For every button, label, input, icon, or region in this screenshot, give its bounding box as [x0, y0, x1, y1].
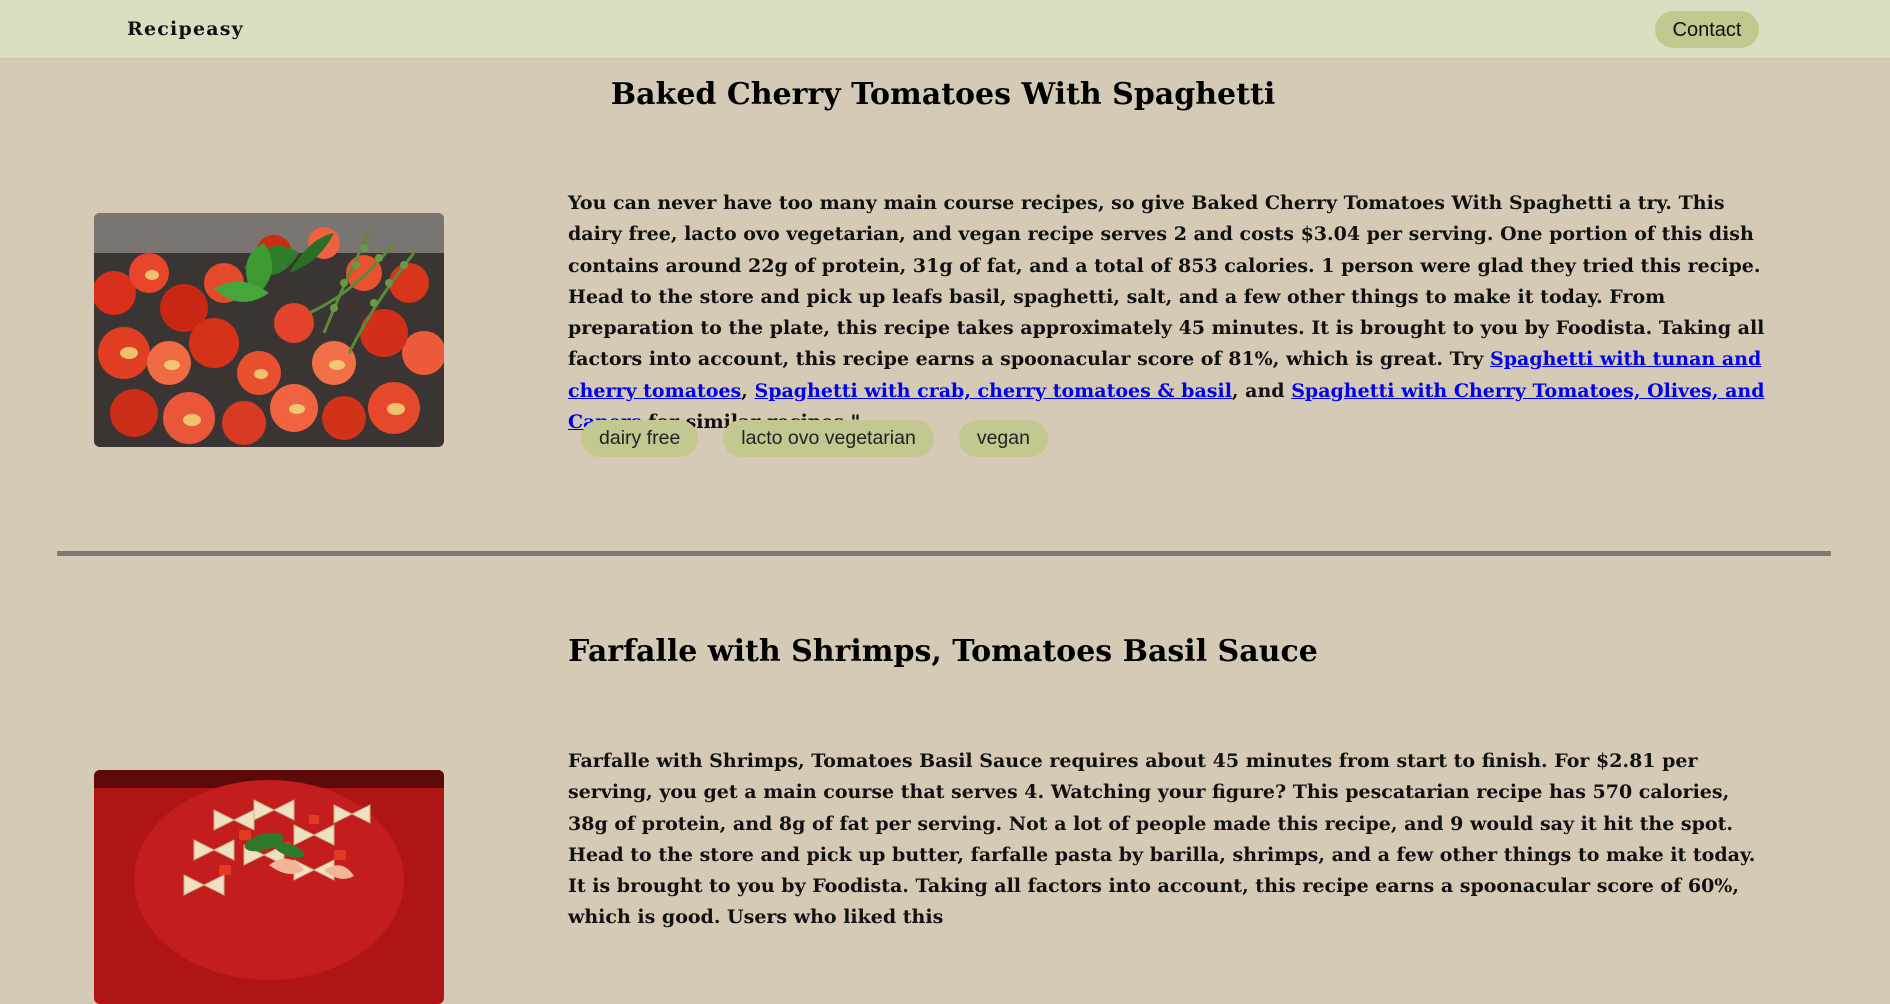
- recipe-image[interactable]: [94, 770, 444, 1004]
- contact-button[interactable]: Contact: [1655, 11, 1759, 48]
- summary-separator: ,: [741, 379, 755, 402]
- diet-tags: dairy free lacto ovo vegetarian vegan: [581, 420, 1048, 457]
- recipe-title[interactable]: Farfalle with Shrimps, Tomatoes Basil Sa…: [0, 634, 1886, 669]
- recipe-divider: [57, 551, 1831, 556]
- recipe-image[interactable]: [94, 213, 444, 447]
- summary-text: You can never have too many main course …: [568, 192, 1765, 371]
- tag-dairy-free[interactable]: dairy free: [581, 420, 699, 457]
- recipe-summary: You can never have too many main course …: [568, 188, 1768, 438]
- brand-logo[interactable]: Recipeasy: [127, 18, 244, 40]
- recipe-title[interactable]: Baked Cherry Tomatoes With Spaghetti: [0, 77, 1886, 112]
- tag-vegan[interactable]: vegan: [958, 420, 1048, 457]
- farfalle-photo-graphic: [94, 770, 444, 1004]
- top-navbar: Recipeasy Contact: [0, 0, 1890, 58]
- tomato-photo-graphic: [94, 213, 444, 447]
- similar-recipe-link[interactable]: Spaghetti with crab, cherry tomatoes & b…: [754, 380, 1231, 402]
- summary-separator: , and: [1231, 379, 1292, 402]
- tag-lacto-ovo-vegetarian[interactable]: lacto ovo vegetarian: [723, 420, 934, 457]
- recipe-summary: Farfalle with Shrimps, Tomatoes Basil Sa…: [568, 750, 1756, 929]
